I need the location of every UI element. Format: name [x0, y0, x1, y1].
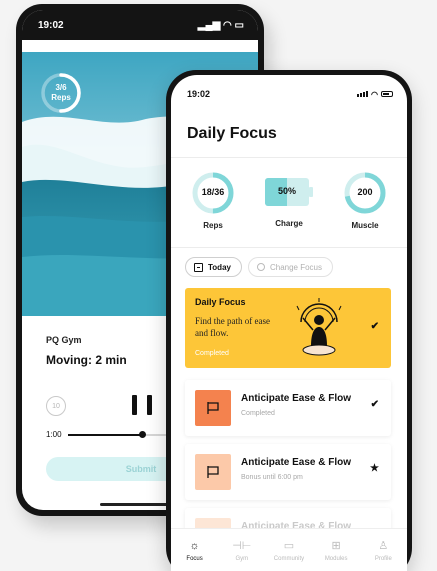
change-focus-label: Change Focus	[269, 262, 322, 272]
reps-value: 18/36	[201, 187, 225, 197]
back-reps-ring: 3/6 Reps	[40, 72, 82, 114]
muscle-label: Muscle	[351, 221, 379, 230]
flag-icon	[207, 402, 219, 414]
focus-card-check-icon: ✔	[370, 321, 379, 332]
daily-focus-card[interactable]: Daily Focus Find the path of ease and fl…	[185, 288, 391, 368]
tab-gym-label: Gym	[235, 556, 249, 562]
tab-modules[interactable]: ⊞ Modules	[316, 539, 356, 571]
back-status-time: 19:02	[38, 19, 64, 31]
stat-reps[interactable]: 18/36 Reps	[183, 171, 243, 230]
task-card-1[interactable]: Anticipate Ease & Flow Completed ✔	[185, 380, 391, 436]
charge-label: Charge	[275, 219, 303, 228]
flag-icon	[207, 466, 219, 478]
tab-focus[interactable]: ☼ Focus	[175, 539, 215, 571]
tab-profile[interactable]: ♙ Profile	[363, 539, 403, 571]
elapsed-time: 1:00	[46, 430, 62, 439]
task-card-2[interactable]: Anticipate Ease & Flow Bonus until 6:00 …	[185, 444, 391, 500]
back-activity: Moving: 2 min	[46, 353, 127, 367]
task-2-star-icon: ★	[370, 463, 379, 474]
back-reps-label: Reps	[51, 93, 71, 102]
pause-icon-bar-left	[132, 395, 137, 415]
change-focus-chip[interactable]: Change Focus	[247, 257, 333, 277]
section-divider	[171, 247, 407, 248]
reps-label: Reps	[203, 221, 223, 230]
tab-gym[interactable]: ⊣⊢ Gym	[222, 539, 262, 571]
focus-card-title: Daily Focus	[195, 297, 246, 307]
back-location: PQ Gym	[46, 335, 82, 345]
pause-button[interactable]	[132, 395, 152, 417]
page-title: Daily Focus	[187, 125, 277, 142]
task-1-check-icon: ✔	[370, 399, 379, 410]
front-phone-screen: 19:02 ◠ Daily Focus 18/36 Reps 50% Charg…	[171, 75, 407, 571]
task-2-thumbnail	[195, 454, 231, 490]
grid-icon: ⊞	[331, 540, 341, 552]
task-1-status: Completed	[241, 410, 275, 417]
wifi-icon: ◠	[371, 89, 378, 99]
back-status-icons: ▂▄▆ ◠ ▭	[197, 19, 244, 31]
today-chip[interactable]: Today	[185, 257, 242, 277]
stats-row: 18/36 Reps 50% Charge 200 Muscle	[171, 171, 407, 237]
charge-value: 50%	[277, 186, 296, 196]
task-2-status: Bonus until 6:00 pm	[241, 474, 303, 481]
back-status-bar: 19:02 ▂▄▆ ◠ ▭	[22, 10, 258, 40]
meditation-illustration	[296, 298, 342, 356]
user-icon: ♙	[378, 540, 389, 552]
header-divider	[171, 157, 407, 158]
front-status-bar: 19:02 ◠	[187, 89, 393, 99]
tab-profile-label: Profile	[374, 556, 392, 562]
tab-modules-label: Modules	[324, 556, 348, 562]
sun-icon	[256, 263, 265, 271]
tab-community[interactable]: ▭ Community	[269, 539, 309, 571]
replay-10-label: 10	[52, 402, 60, 410]
focus-card-status: Completed	[195, 350, 229, 357]
tab-focus-label: Focus	[186, 556, 203, 562]
stat-muscle[interactable]: 200 Muscle	[335, 171, 395, 230]
tab-community-label: Community	[273, 556, 305, 562]
calendar-icon	[194, 262, 203, 272]
back-reps-value: 3/6	[55, 83, 67, 92]
focus-card-description: Find the path of ease and flow.	[195, 316, 270, 338]
front-phone: 19:02 ◠ Daily Focus 18/36 Reps 50% Charg…	[166, 70, 412, 571]
stat-charge[interactable]: 50% Charge	[259, 171, 319, 228]
replay-10-button[interactable]: 10	[46, 396, 66, 416]
filter-chips: Today Change Focus	[185, 257, 333, 277]
playback-progress-fill	[68, 434, 143, 436]
today-chip-label: Today	[208, 262, 231, 272]
task-2-name: Anticipate Ease & Flow	[241, 457, 352, 468]
task-1-name: Anticipate Ease & Flow	[241, 393, 352, 404]
dumbbell-icon: ⊣⊢	[232, 540, 252, 552]
sun-icon: ☼	[189, 540, 200, 552]
charge-battery-icon: 50%	[265, 178, 313, 206]
muscle-value: 200	[357, 187, 373, 197]
playback-knob[interactable]	[139, 431, 147, 438]
task-1-thumbnail	[195, 390, 231, 426]
pause-icon-bar-right	[147, 395, 152, 415]
battery-icon	[381, 91, 393, 97]
signal-icon	[357, 91, 369, 97]
chat-icon: ▭	[283, 540, 295, 552]
back-top-sheet	[32, 40, 248, 52]
bottom-tab-bar: ☼ Focus ⊣⊢ Gym ▭ Community ⊞ Modules ♙ P…	[171, 528, 407, 571]
front-status-time: 19:02	[187, 89, 211, 99]
